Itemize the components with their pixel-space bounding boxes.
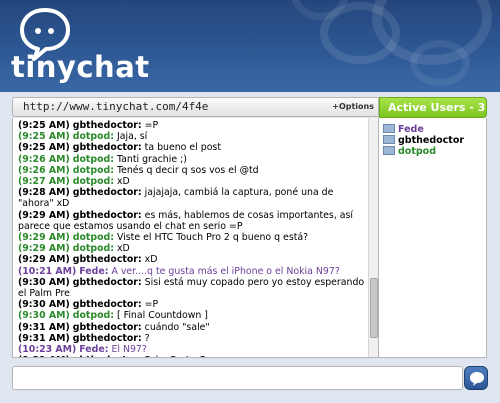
message-nick[interactable]: dotpod: [73, 232, 114, 243]
chat-message: (9:31 AM) gbthedoctor: Palm Pre! =P [18, 355, 366, 357]
message-text: xD [116, 243, 130, 255]
user-icon [383, 146, 395, 155]
chat-message: (9:31 AM) gbthedoctor: cuándo "sale" [18, 322, 366, 333]
message-nick[interactable]: gbthedoctor: [73, 254, 142, 265]
message-time: (9:31 AM) [18, 321, 70, 333]
message-time: (9:29 AM) [18, 243, 70, 255]
message-nick[interactable]: gbthedoctor: [73, 355, 142, 357]
message-time: (9:26 AM) [18, 153, 70, 165]
message-time: (9:29 AM) [18, 209, 70, 221]
chat-message: (9:31 AM) gbthedoctor: ? [18, 333, 366, 344]
chat-bubble-icon [470, 372, 484, 386]
message-time: (9:30 AM) [18, 276, 70, 288]
message-nick[interactable]: gbthedoctor: [73, 277, 142, 288]
chat-message: (9:25 AM) gbthedoctor: ta bueno el post [18, 142, 366, 153]
message-text: xD [116, 176, 130, 188]
room-url[interactable]: http://www.tinychat.com/4f4e [23, 100, 208, 113]
scrollbar-thumb[interactable] [370, 278, 378, 338]
url-bar: http://www.tinychat.com/4f4e +Options [12, 97, 379, 117]
send-button[interactable] [464, 366, 488, 390]
user-list-item[interactable]: Fede [383, 124, 424, 135]
chat-message: (9:25 AM) gbthedoctor: =P [18, 120, 366, 131]
message-time: (9:30 AM) [18, 299, 70, 311]
message-text: Tanti grachie ;) [116, 153, 187, 165]
message-time: (10:21 AM) [18, 265, 77, 277]
message-text: ? [144, 332, 150, 344]
message-nick[interactable]: dotpod: [73, 243, 114, 254]
message-time: (9:31 AM) [18, 355, 70, 357]
message-time: (9:31 AM) [18, 332, 70, 344]
message-nick[interactable]: dotpod: [73, 176, 114, 187]
message-nick[interactable]: dotpod: [73, 310, 114, 321]
message-time: (9:25 AM) [18, 120, 70, 131]
message-text: Tenés q decir q sos vos el @td [116, 164, 259, 176]
chat-message: (9:30 AM) gbthedoctor: Sisi está muy cop… [18, 277, 366, 299]
decorative-bubble [410, 40, 470, 86]
message-text: cuándo "sale" [144, 321, 210, 333]
message-nick[interactable]: gbthedoctor: [73, 299, 142, 310]
user-name: gbthedoctor [398, 135, 465, 146]
logo-text: tinychat [11, 50, 150, 84]
chat-message: (9:27 AM) dotpod: xD [18, 176, 366, 187]
chat-message: (9:25 AM) dotpod: Jaja, sí [18, 131, 366, 142]
chat-message: (9:29 AM) gbthedoctor: xD [18, 254, 366, 265]
message-nick[interactable]: dotpod: [73, 131, 114, 142]
user-list: Fede gbthedoctor dotpod [379, 118, 487, 358]
chat-message: (9:26 AM) dotpod: Tanti grachie ;) [18, 154, 366, 165]
message-text: =P [144, 299, 159, 311]
message-text: Palm Pre! =P [145, 355, 206, 357]
message-nick[interactable]: gbthedoctor: [73, 120, 142, 131]
chat-message: (9:26 AM) dotpod: Tenés q decir q sos vo… [18, 165, 366, 176]
user-list-item[interactable]: dotpod [383, 146, 436, 157]
chat-log[interactable]: (9:25 AM) gbthedoctor: =P (9:25 AM) dotpo… [12, 118, 379, 358]
message-time: (10:23 AM) [18, 344, 77, 356]
message-text: El N97? [111, 344, 147, 356]
message-nick[interactable]: Fede: [79, 266, 108, 277]
message-nick[interactable]: gbthedoctor: [73, 142, 142, 153]
message-time: (9:28 AM) [18, 187, 70, 199]
message-nick[interactable]: dotpod: [73, 154, 114, 165]
message-text: [ Final Countdown ] [116, 310, 208, 322]
message-time: (9:27 AM) [18, 176, 70, 188]
message-text: ta bueno el post [144, 142, 221, 154]
user-icon [383, 135, 395, 144]
chat-message: (9:29 AM) dotpod: Viste el HTC Touch Pro… [18, 232, 366, 243]
message-time: (9:25 AM) [18, 131, 70, 143]
chat-message: (10:21 AM) Fede: A ver....q te gusta más… [18, 266, 366, 277]
user-name: dotpod [398, 146, 436, 157]
chat-message: (9:30 AM) gbthedoctor: =P [18, 299, 366, 310]
chat-message: (10:23 AM) Fede: El N97? [18, 344, 366, 355]
chat-message: (9:29 AM) gbthedoctor: es más, hablemos … [18, 210, 366, 232]
user-list-item[interactable]: gbthedoctor [383, 135, 464, 146]
message-nick[interactable]: gbthedoctor: [73, 210, 142, 221]
message-time: (9:29 AM) [18, 254, 70, 266]
message-nick[interactable]: Fede: [79, 344, 108, 355]
chat-message: (9:29 AM) dotpod: xD [18, 243, 366, 254]
user-name: Fede [398, 124, 424, 135]
message-nick[interactable]: dotpod: [73, 165, 114, 176]
message-time: (9:25 AM) [18, 142, 70, 154]
message-time: (9:29 AM) [18, 232, 70, 244]
message-nick[interactable]: gbthedoctor: [73, 322, 142, 333]
header-banner: tinychat [0, 0, 500, 92]
message-nick[interactable]: gbthedoctor: [73, 187, 142, 198]
message-time: (9:26 AM) [18, 164, 70, 176]
message-text: =P [144, 120, 159, 131]
user-icon [383, 124, 395, 133]
chat-message: (9:30 AM) dotpod: [ Final Countdown ] [18, 310, 366, 321]
chat-message: (9:28 AM) gbthedoctor: jajajaja, cambiá … [18, 187, 366, 209]
message-list: (9:25 AM) gbthedoctor: =P (9:25 AM) dotpo… [18, 120, 366, 357]
message-text: Sisi está muy copado pero yo estoy esper… [18, 276, 365, 300]
message-text: Viste el HTC Touch Pro 2 q bueno q está? [116, 232, 309, 244]
message-text: A ver....q te gusta más el iPhone o el N… [111, 265, 340, 277]
options-button[interactable]: +Options [332, 102, 374, 111]
message-nick[interactable]: gbthedoctor: [73, 333, 142, 344]
message-time: (9:30 AM) [18, 310, 70, 322]
chat-scrollbar[interactable] [368, 118, 378, 357]
message-input[interactable] [12, 366, 463, 390]
message-text: xD [144, 254, 158, 266]
message-text: Jaja, sí [116, 131, 148, 143]
active-users-tab[interactable]: Active Users - 3 [379, 97, 487, 118]
